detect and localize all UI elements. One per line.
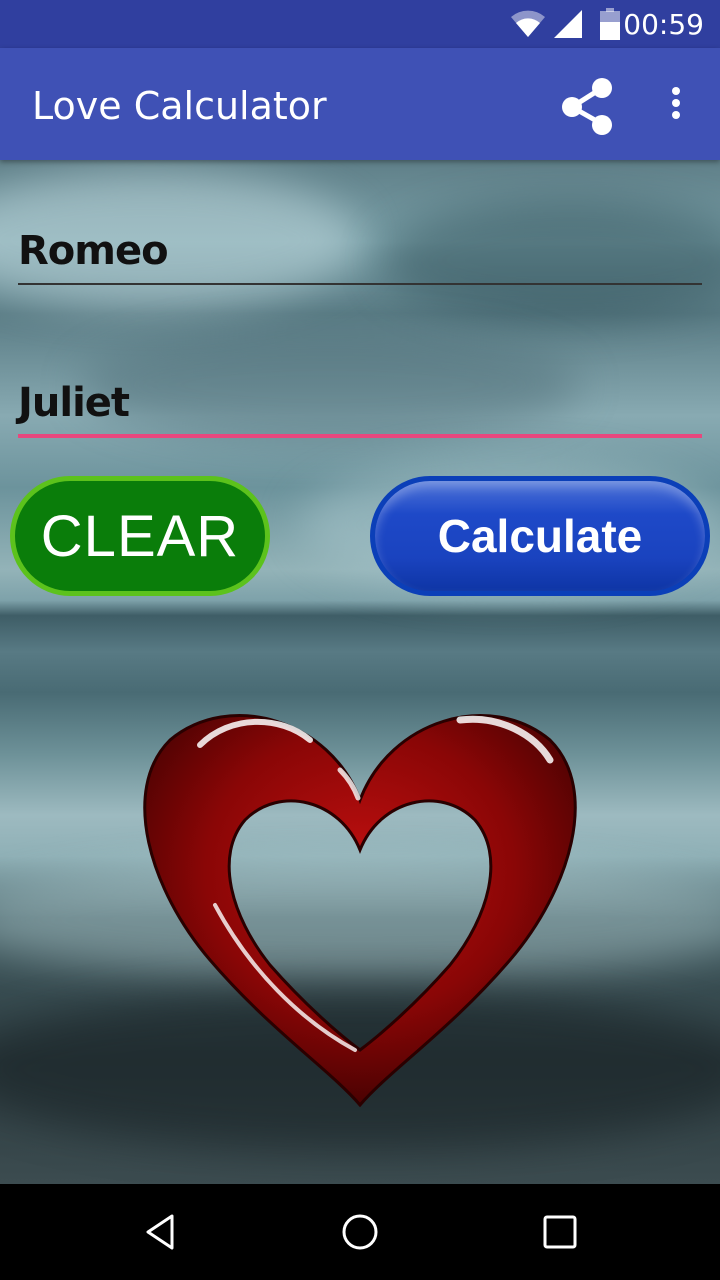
status-bar: 00:59	[0, 0, 720, 48]
battery-icon	[600, 8, 620, 40]
calculate-button[interactable]: Calculate	[370, 476, 710, 596]
name2-input-value[interactable]: Juliet	[18, 380, 130, 426]
name1-field[interactable]: Romeo	[18, 222, 702, 286]
navigation-bar	[0, 1184, 720, 1280]
name2-underline-focused	[18, 434, 702, 438]
back-button[interactable]	[130, 1204, 190, 1260]
app-bar: Love Calculator	[0, 48, 720, 160]
red-rose-heart-image	[143, 714, 577, 1108]
cellular-signal-icon	[554, 10, 582, 38]
recents-icon	[543, 1215, 577, 1249]
wifi-icon	[511, 10, 545, 37]
clear-button-label: CLEAR	[40, 503, 240, 569]
app-title: Love Calculator	[32, 84, 327, 128]
home-button[interactable]	[330, 1204, 390, 1260]
back-icon	[146, 1214, 174, 1250]
home-icon	[342, 1214, 378, 1250]
name2-field[interactable]: Juliet	[18, 374, 702, 440]
name1-underline	[18, 283, 702, 285]
clear-button[interactable]: CLEAR	[10, 476, 270, 596]
status-time: 00:59	[623, 8, 704, 41]
name1-input-value[interactable]: Romeo	[18, 228, 169, 274]
calculate-button-label: Calculate	[437, 510, 643, 562]
more-vert-icon[interactable]	[666, 86, 686, 126]
share-icon[interactable]	[558, 74, 618, 138]
recents-button[interactable]	[530, 1204, 590, 1260]
